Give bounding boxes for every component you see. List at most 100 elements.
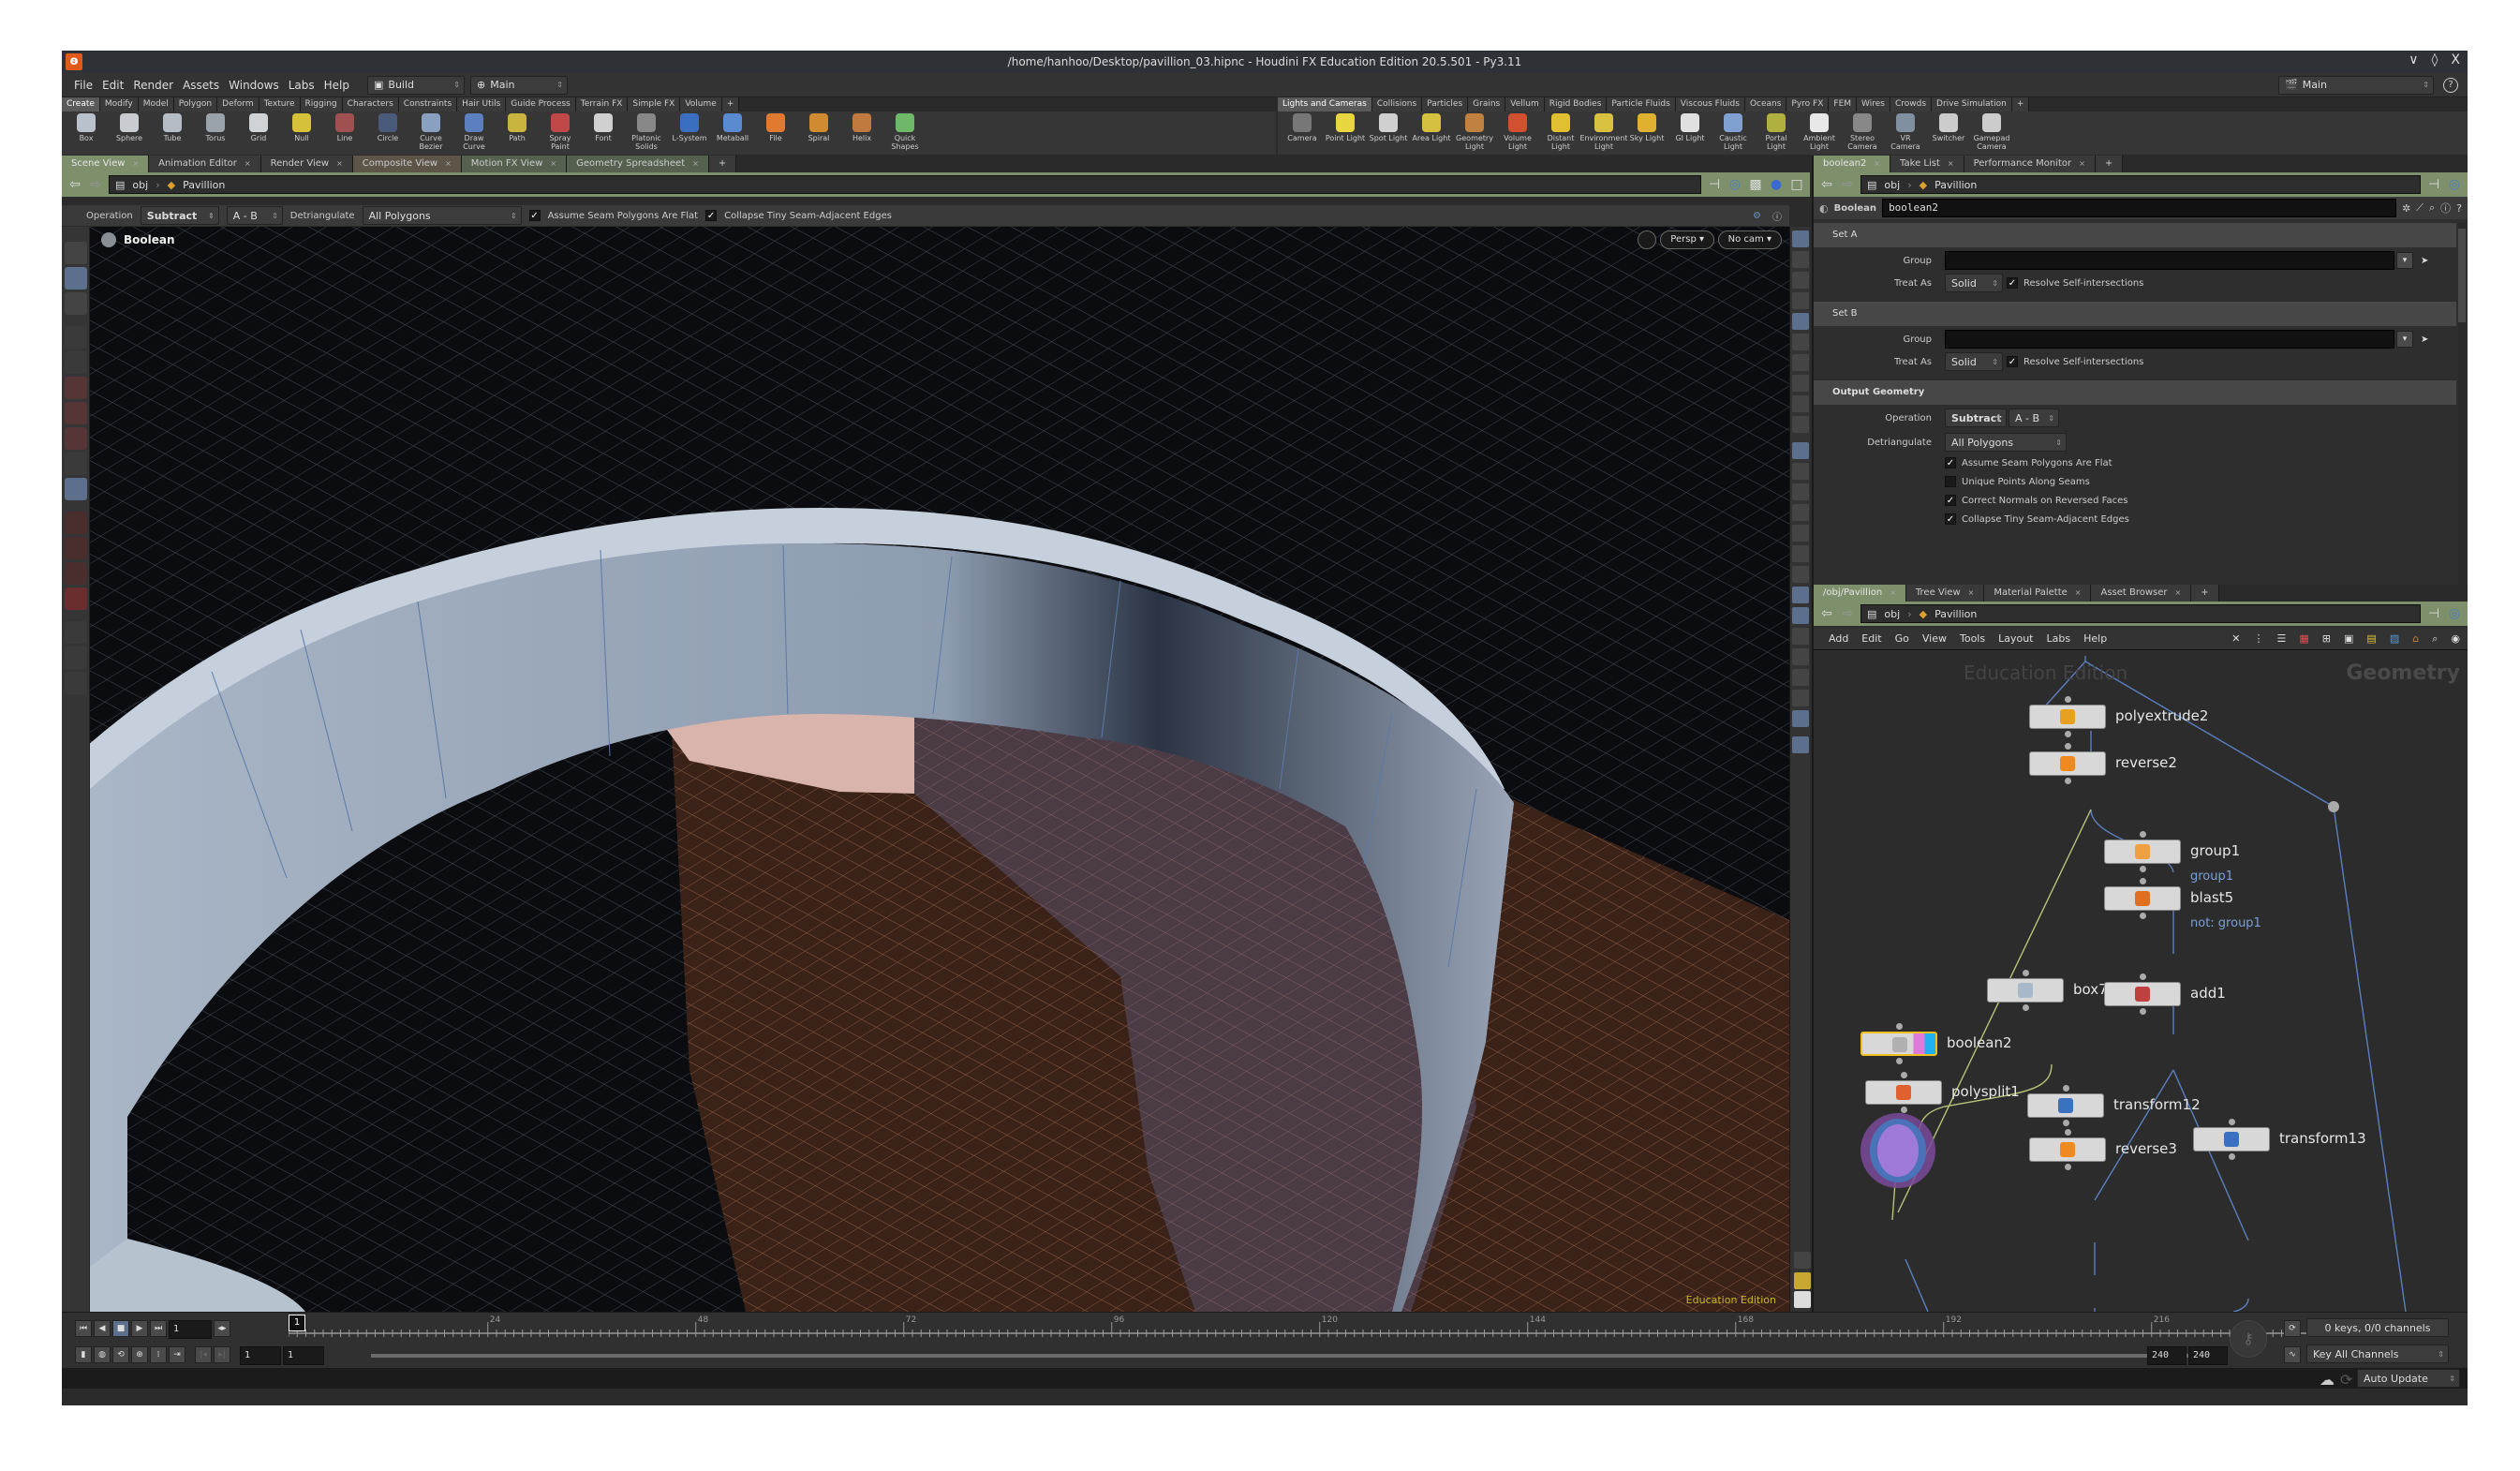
- shelf-tab[interactable]: Polygon: [173, 97, 218, 111]
- secure-select-icon[interactable]: [65, 351, 87, 374]
- uv-display-icon[interactable]: [1792, 607, 1809, 624]
- menu-assets[interactable]: Assets: [178, 79, 224, 92]
- select-tool-icon[interactable]: [65, 326, 87, 349]
- group-dropdown-icon[interactable]: ▾: [2396, 331, 2413, 348]
- ghost-display-icon[interactable]: [1792, 251, 1809, 268]
- forward-arrow-icon[interactable]: ⇨: [1840, 177, 1855, 192]
- node-box7[interactable]: [1987, 978, 2064, 1003]
- node-output-dot[interactable]: [2065, 1164, 2071, 1170]
- frame-marker[interactable]: 1: [289, 1315, 305, 1331]
- add-tab-button[interactable]: +: [708, 156, 737, 172]
- node-input-dot[interactable]: [2065, 743, 2071, 750]
- help-icon[interactable]: ⓘ: [1772, 209, 1782, 223]
- shading-icon[interactable]: [1792, 375, 1809, 392]
- render-region-icon[interactable]: [1792, 710, 1809, 727]
- shelf-tool[interactable]: Draw Curve: [453, 113, 495, 151]
- pin-icon[interactable]: ⊣: [1707, 177, 1722, 192]
- node-name-field[interactable]: boolean2: [1882, 199, 2397, 217]
- pane-tab[interactable]: boolean2 ×: [1814, 156, 1891, 172]
- node-output-dot[interactable]: [1901, 1107, 1907, 1113]
- node-input-dot[interactable]: [2023, 970, 2029, 976]
- shelf-tab[interactable]: Grains: [1468, 97, 1506, 111]
- set-a-resolve-checkbox[interactable]: ✓: [2007, 277, 2018, 289]
- node-reverse2[interactable]: [2029, 751, 2106, 776]
- shelf-tool[interactable]: Point Light: [1325, 113, 1366, 151]
- brain-icon[interactable]: ☁: [2320, 1371, 2335, 1389]
- shelf-tool[interactable]: Box: [66, 113, 107, 151]
- add-shelf-tab-button[interactable]: +: [721, 97, 740, 111]
- output-detriangulate-select[interactable]: All Polygons ⇕: [1945, 433, 2067, 452]
- point-normals-icon[interactable]: [1792, 463, 1809, 480]
- shelf-tab[interactable]: Oceans: [1744, 97, 1787, 111]
- render-icon[interactable]: [65, 672, 87, 694]
- loop-icon[interactable]: ⟲: [112, 1346, 129, 1363]
- shelf-tab[interactable]: Crowds: [1890, 97, 1933, 111]
- close-tab-icon[interactable]: ×: [445, 159, 452, 168]
- menu-render[interactable]: Render: [128, 79, 178, 92]
- next-key-button[interactable]: ▸|: [214, 1346, 230, 1363]
- node-input-dot[interactable]: [2229, 1119, 2235, 1125]
- headlight-icon[interactable]: [1792, 334, 1809, 350]
- shelf-tool[interactable]: Portal Light: [1756, 113, 1797, 151]
- lighting-icon[interactable]: [1792, 313, 1809, 330]
- shelf-tab[interactable]: Drive Simulation: [1932, 97, 2012, 111]
- close-tab-icon[interactable]: ×: [1968, 588, 1975, 597]
- pane-tab[interactable]: /obj/Pavillion ×: [1814, 585, 1906, 602]
- select-arrow-icon[interactable]: ➤: [2421, 256, 2428, 266]
- group-dropdown-icon[interactable]: ▾: [2396, 252, 2413, 269]
- shelf-tool[interactable]: Ambient Light: [1799, 113, 1840, 151]
- node-boolean2[interactable]: [1860, 1032, 1937, 1056]
- shelf-tab[interactable]: Lights and Cameras: [1278, 97, 1372, 111]
- context-selector[interactable]: ⊕ Main ⇕: [470, 75, 568, 95]
- background-image-icon[interactable]: ▨: [2390, 632, 2399, 645]
- set-b-resolve-checkbox[interactable]: ✓: [2007, 356, 2018, 367]
- pane-tab[interactable]: Performance Monitor ×: [1964, 156, 2096, 172]
- params-scroll-thumb[interactable]: [2458, 229, 2466, 322]
- rotate-tool-icon[interactable]: [65, 402, 87, 424]
- node-output-dot[interactable]: [2229, 1153, 2235, 1160]
- network-menu-item[interactable]: Go: [1895, 632, 1909, 645]
- visibility-eye-icon[interactable]: [1794, 1291, 1811, 1308]
- maximize-button[interactable]: ◊: [2431, 52, 2438, 67]
- shelf-tool[interactable]: Path: [497, 113, 538, 151]
- tree-icon[interactable]: ⋮: [2254, 632, 2264, 645]
- node-input-dot[interactable]: [2140, 831, 2146, 838]
- visibility-icon[interactable]: [1792, 395, 1809, 412]
- object-select-mode-icon[interactable]: [65, 242, 87, 264]
- shelf-tool[interactable]: Helix: [841, 113, 882, 151]
- set-b-group-field[interactable]: [1945, 330, 2394, 349]
- shelf-tool[interactable]: Null: [281, 113, 322, 151]
- node-transform12[interactable]: [2027, 1093, 2104, 1118]
- tools-icon[interactable]: ✕: [2231, 632, 2240, 645]
- snap-origin-icon[interactable]: [1792, 669, 1809, 686]
- shelf-tab[interactable]: Modify: [99, 97, 139, 111]
- node-input-dot[interactable]: [2065, 696, 2071, 703]
- key-icon[interactable]: ⚷: [2230, 1320, 2267, 1358]
- box-view-icon[interactable]: ▩: [1748, 177, 1763, 192]
- auto-key-icon[interactable]: ⟳: [2284, 1320, 2301, 1337]
- prev-key-button[interactable]: |◂: [195, 1346, 212, 1363]
- shelf-tool[interactable]: Gamepad Camera: [1971, 113, 2012, 151]
- stop-button[interactable]: ■: [112, 1320, 129, 1337]
- path-pavillion[interactable]: Pavillion: [183, 179, 225, 191]
- pane-tab[interactable]: Geometry Spreadsheet ×: [567, 156, 709, 172]
- shelf-tool[interactable]: Quick Shapes: [884, 113, 926, 151]
- shelf-tool[interactable]: Volume Light: [1497, 113, 1538, 151]
- node-output-dot[interactable]: [2065, 778, 2071, 784]
- node-input-dot[interactable]: [1901, 1072, 1907, 1078]
- camera-select-button[interactable]: No cam ▾: [1717, 230, 1782, 249]
- shelf-tool[interactable]: Circle: [367, 113, 408, 151]
- shelf-tool[interactable]: Area Light: [1411, 113, 1452, 151]
- menu-windows[interactable]: Windows: [224, 79, 284, 92]
- network-menu-item[interactable]: Layout: [1998, 632, 2033, 645]
- menu-edit[interactable]: Edit: [97, 79, 128, 92]
- forward-arrow-icon[interactable]: ⇨: [1840, 606, 1855, 621]
- node-input-dot[interactable]: [2140, 878, 2146, 884]
- shelf-tab[interactable]: Pyro FX: [1786, 97, 1830, 111]
- play-reverse-button[interactable]: ◀: [94, 1320, 111, 1337]
- dynamics-select-mode-icon[interactable]: [65, 292, 87, 315]
- desktop-selector[interactable]: ▣ Build ⇕: [367, 75, 465, 95]
- shelf-tab[interactable]: Particles: [1422, 97, 1469, 111]
- link-icon[interactable]: ◎: [2447, 606, 2462, 621]
- hull-icon[interactable]: [1792, 566, 1809, 583]
